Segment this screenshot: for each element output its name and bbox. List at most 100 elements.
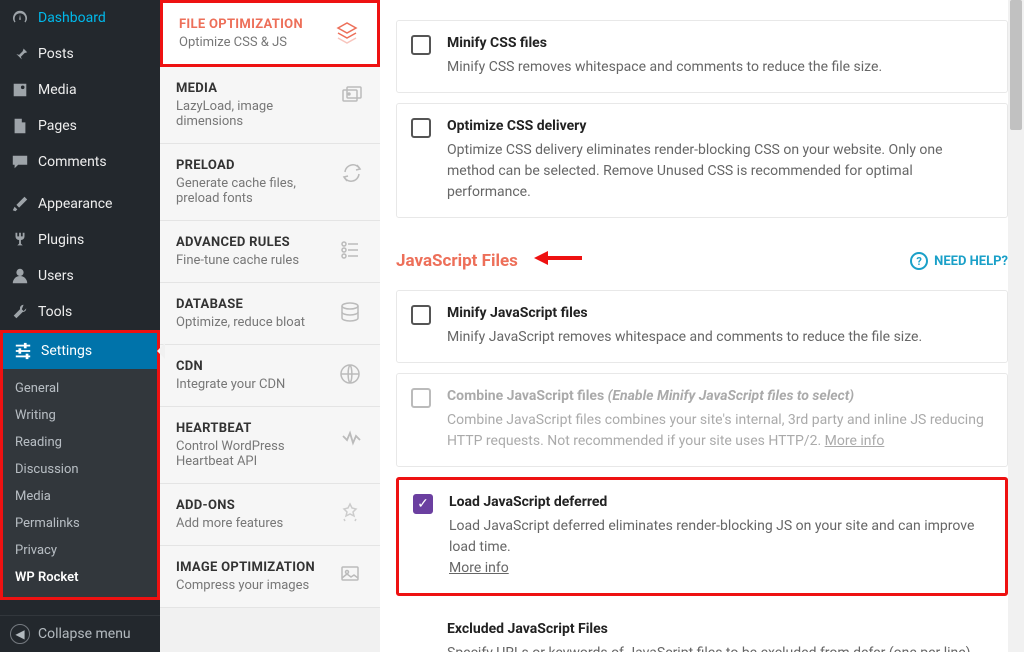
menu-label: Media xyxy=(38,82,77,98)
option-title: Load JavaScript deferred xyxy=(449,494,987,510)
menu-label: Pages xyxy=(38,118,77,134)
rocket-tab-heartbeat[interactable]: HEARTBEAT Control WordPress Heartbeat API xyxy=(160,407,380,484)
arrow-left-icon xyxy=(532,246,586,276)
minify-js-option: Minify JavaScript files Minify JavaScrip… xyxy=(396,290,1008,363)
settings-section-highlighted: Settings GeneralWritingReadingDiscussion… xyxy=(0,330,160,600)
pin-icon xyxy=(10,44,30,64)
need-help-link[interactable]: ? NEED HELP? xyxy=(910,252,1008,270)
collapse-menu[interactable]: ◀ Collapse menu xyxy=(0,615,160,652)
dashboard-icon xyxy=(10,8,30,28)
tab-subtitle: Control WordPress Heartbeat API xyxy=(176,439,330,469)
checkbox[interactable] xyxy=(411,118,431,138)
more-info-link[interactable]: More info xyxy=(449,560,509,576)
collapse-icon: ◀ xyxy=(10,624,30,644)
wrench-icon xyxy=(10,302,30,322)
settings-submenu: GeneralWritingReadingDiscussionMediaPerm… xyxy=(3,369,157,597)
minify-js-checkbox[interactable] xyxy=(411,305,431,325)
tab-icon xyxy=(340,424,364,452)
checkbox[interactable] xyxy=(411,35,431,55)
menu-label: Appearance xyxy=(38,196,112,212)
menu-appearance[interactable]: Appearance xyxy=(0,186,160,222)
menu-pages[interactable]: Pages xyxy=(0,108,160,144)
submenu-wp-rocket[interactable]: WP Rocket xyxy=(3,564,157,591)
rocket-tab-media[interactable]: MEDIA LazyLoad, image dimensions xyxy=(160,67,380,144)
submenu-privacy[interactable]: Privacy xyxy=(3,537,157,564)
settings-content: Minify CSS filesMinify CSS removes white… xyxy=(380,0,1024,652)
submenu-discussion[interactable]: Discussion xyxy=(3,456,157,483)
menu-label: Dashboard xyxy=(38,10,106,26)
tab-icon xyxy=(340,84,364,112)
more-info-link[interactable]: More info xyxy=(825,433,885,449)
tab-title: MEDIA xyxy=(176,81,330,96)
menu-label: Settings xyxy=(41,343,92,359)
tab-icon xyxy=(338,362,364,390)
menu-label: Plugins xyxy=(38,232,84,248)
rocket-tab-preload[interactable]: PRELOADGenerate cache files, preload fon… xyxy=(160,144,380,221)
css-option: Minify CSS filesMinify CSS removes white… xyxy=(396,20,1008,93)
rocket-tab-add-ons[interactable]: ADD-ONSAdd more features xyxy=(160,484,380,546)
user-icon xyxy=(10,266,30,286)
menu-media[interactable]: Media xyxy=(0,72,160,108)
rocket-tab-image-optimization[interactable]: IMAGE OPTIMIZATIONCompress your images xyxy=(160,546,380,608)
rocket-tab-database[interactable]: DATABASE Optimize, reduce bloat xyxy=(160,283,380,345)
submenu-reading[interactable]: Reading xyxy=(3,429,157,456)
defer-js-checkbox[interactable]: ✓ xyxy=(413,494,433,514)
tab-icon xyxy=(338,300,364,328)
media-icon xyxy=(10,80,30,100)
rocket-tab-file-optimization[interactable]: FILE OPTIMIZATION Optimize CSS & JS xyxy=(160,0,380,67)
option-title: Minify JavaScript files xyxy=(447,305,989,321)
page-icon xyxy=(10,116,30,136)
tab-icon xyxy=(338,563,364,591)
tab-icon xyxy=(340,161,364,189)
wp-rocket-tabs: FILE OPTIMIZATION Optimize CSS & JS MEDIA L… xyxy=(160,0,380,652)
menu-settings[interactable]: Settings xyxy=(3,333,157,369)
tab-title: FILE OPTIMIZATION xyxy=(179,17,303,32)
menu-label: Comments xyxy=(38,154,107,170)
option-title: Combine JavaScript files xyxy=(447,388,604,404)
menu-users[interactable]: Users xyxy=(0,258,160,294)
tab-subtitle: Integrate your CDN xyxy=(176,377,285,392)
submenu-permalinks[interactable]: Permalinks xyxy=(3,510,157,537)
scrollbar[interactable] xyxy=(1008,0,1024,652)
option-desc: Specify URLs or keywords of JavaScript f… xyxy=(447,645,974,652)
option-title: Optimize CSS delivery xyxy=(447,118,989,134)
menu-plugins[interactable]: Plugins xyxy=(0,222,160,258)
submenu-writing[interactable]: Writing xyxy=(3,402,157,429)
brush-icon xyxy=(10,194,30,214)
tab-icon xyxy=(338,501,364,529)
tab-title: CDN xyxy=(176,359,285,374)
rocket-tab-cdn[interactable]: CDN Integrate your CDN xyxy=(160,345,380,407)
option-desc: Optimize CSS delivery eliminates render-… xyxy=(447,140,989,203)
tab-title: HEARTBEAT xyxy=(176,421,330,436)
css-option: Optimize CSS delivery Optimize CSS delive… xyxy=(396,103,1008,218)
combine-js-checkbox xyxy=(411,388,431,408)
rocket-tab-advanced-rules[interactable]: ADVANCED RULESFine-tune cache rules xyxy=(160,221,380,283)
menu-dashboard[interactable]: Dashboard xyxy=(0,0,160,36)
tab-title: DATABASE xyxy=(176,297,305,312)
option-hint: (Enable Minify JavaScript files to selec… xyxy=(608,388,854,404)
sliders-icon xyxy=(13,341,33,361)
tab-icon xyxy=(335,20,361,48)
menu-posts[interactable]: Posts xyxy=(0,36,160,72)
js-section-title: JavaScript Files xyxy=(396,251,518,271)
excluded-js-option: Excluded JavaScript Files Specify URLs o… xyxy=(396,606,1008,652)
tab-subtitle: Optimize, reduce bloat xyxy=(176,315,305,330)
need-help-label: NEED HELP? xyxy=(934,254,1008,269)
tab-subtitle: LazyLoad, image dimensions xyxy=(176,99,330,129)
menu-tools[interactable]: Tools xyxy=(0,294,160,330)
comment-icon xyxy=(10,152,30,172)
menu-comments[interactable]: Comments xyxy=(0,144,160,180)
collapse-label: Collapse menu xyxy=(38,626,131,642)
scrollbar-thumb[interactable] xyxy=(1010,0,1022,130)
option-title: Minify CSS files xyxy=(447,35,989,51)
tab-subtitle: Add more features xyxy=(176,516,283,531)
submenu-general[interactable]: General xyxy=(3,375,157,402)
tab-subtitle: Generate cache files, preload fonts xyxy=(176,176,330,206)
submenu-media[interactable]: Media xyxy=(3,483,157,510)
wp-admin-sidebar: Dashboard Posts Media Pages Comments Appeara… xyxy=(0,0,160,652)
menu-label: Users xyxy=(38,268,74,284)
tab-title: IMAGE OPTIMIZATION xyxy=(176,560,315,575)
tab-icon xyxy=(338,238,364,266)
option-title: Excluded JavaScript Files xyxy=(447,621,989,637)
tab-subtitle: Optimize CSS & JS xyxy=(179,35,303,50)
